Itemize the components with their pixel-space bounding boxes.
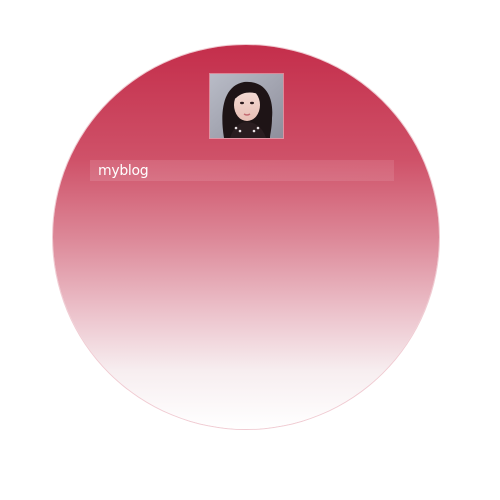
blog-title[interactable]: myblog — [90, 164, 149, 178]
profile-photo-icon — [210, 74, 283, 138]
circle-card: myblog — [53, 45, 439, 429]
blog-title-bar[interactable]: myblog — [90, 160, 394, 181]
profile-avatar[interactable] — [209, 73, 284, 139]
page: myblog — [0, 0, 500, 500]
